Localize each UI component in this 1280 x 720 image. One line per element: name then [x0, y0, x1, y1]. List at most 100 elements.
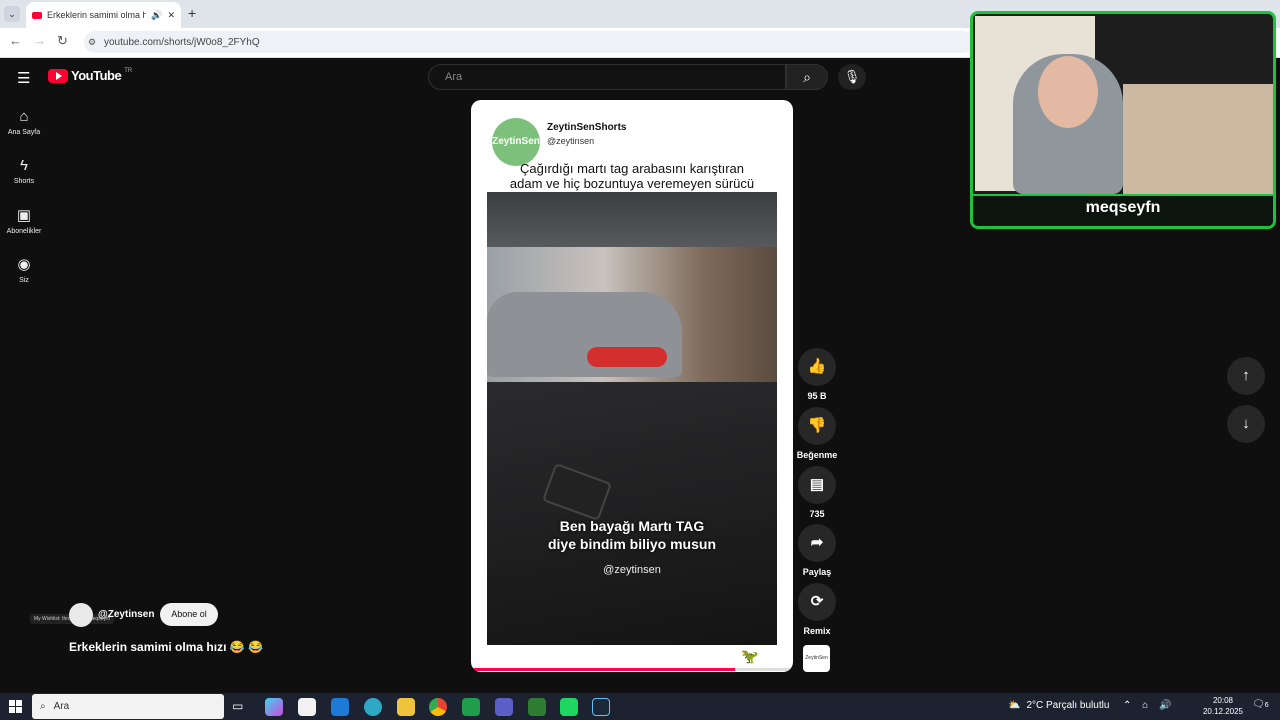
tray-icons[interactable]: ⌃ ⌂ 🔊: [1123, 700, 1175, 711]
arrow-up-icon: ↑: [1242, 367, 1250, 384]
subtitle-line-1: Ben bayağı Martı TAG: [559, 518, 705, 534]
speaker-icon[interactable]: 🔊: [151, 10, 162, 21]
search-button[interactable]: ⌕: [786, 64, 828, 90]
task-view-icon[interactable]: ▭: [232, 699, 243, 713]
like-button[interactable]: 👍 95 B: [796, 348, 838, 401]
taskbar-search[interactable]: ⌕ Ara: [32, 694, 224, 719]
caption-line-2: adam ve hiç bozuntuya veremeyen sürücü: [509, 176, 755, 191]
next-short-button[interactable]: ↓: [1227, 405, 1265, 443]
outlook-icon[interactable]: [331, 698, 349, 716]
channel-name: ZeytinSenShorts: [547, 122, 627, 133]
sidebar-item-you[interactable]: ◉ Siz: [0, 255, 48, 284]
sound-avatar[interactable]: ZeytinSen: [803, 645, 830, 672]
shorts-icon: ϟ: [20, 157, 28, 174]
chrome-icon[interactable]: [429, 698, 447, 716]
remix-button[interactable]: ⟳ Remix: [796, 583, 838, 636]
youtube-wordmark: YouTube: [71, 68, 122, 83]
sidebar-item-shorts[interactable]: ϟ Shorts: [0, 157, 48, 185]
search-input[interactable]: Ara: [428, 64, 786, 90]
short-video-player[interactable]: ZeytinSen ZeytinSenShorts @zeytinsen Çağ…: [471, 100, 793, 672]
edge-icon[interactable]: [364, 698, 382, 716]
thumbs-down-icon: 👎: [798, 407, 836, 445]
share-icon: ➦: [798, 524, 836, 562]
start-icon[interactable]: [9, 700, 22, 713]
menu-icon[interactable]: ☰: [17, 69, 30, 87]
door-panel-shape: [487, 382, 777, 645]
search-icon: ⌕: [803, 69, 811, 85]
comments-button[interactable]: ▤ 735: [796, 466, 838, 519]
share-button[interactable]: ➦ Paylaş: [796, 524, 838, 577]
url-field[interactable]: ⚙ youtube.com/shorts/jW0o8_2FYhQ: [84, 31, 974, 53]
streamer-name: meqseyfn: [1085, 199, 1161, 216]
like-count: 95 B: [807, 391, 827, 401]
voice-search-button[interactable]: 🎙: [838, 64, 866, 90]
spotify-icon[interactable]: [560, 698, 578, 716]
progress-fill: [471, 668, 736, 671]
youtube-logo[interactable]: YouTube TR: [48, 68, 132, 83]
bed-background: [1123, 84, 1273, 194]
new-tab-button[interactable]: +: [188, 5, 196, 21]
reload-icon[interactable]: ↻: [57, 33, 68, 49]
dislike-label: Beğenme: [796, 450, 838, 460]
caption-line-1: Çağırdığı martı tag arabasını karıştıran: [520, 161, 744, 176]
weather-icon: ⛅: [1008, 700, 1021, 711]
sidebar-item-label: Siz: [19, 277, 29, 284]
tail-light-shape: [587, 347, 667, 367]
arrow-down-icon: ↓: [1242, 415, 1250, 432]
video-watermark: @zeytinsen: [603, 564, 661, 576]
notification-icon[interactable]: 🗨6: [1252, 699, 1269, 710]
file-explorer-icon[interactable]: [397, 698, 415, 716]
channel-avatar-small[interactable]: [69, 603, 93, 627]
region-code: TR: [124, 67, 133, 74]
you-icon: ◉: [17, 256, 31, 273]
home-icon: ⌂: [19, 108, 29, 125]
sidebar-item-label: Shorts: [13, 178, 35, 185]
youtube-play-icon: [48, 68, 68, 83]
store-icon[interactable]: [298, 698, 316, 716]
dino-icon: 🦖: [741, 648, 759, 664]
clock-date[interactable]: 20.12.2025: [1198, 707, 1248, 716]
steam-icon[interactable]: [592, 698, 610, 716]
search-placeholder: Ara: [445, 71, 463, 83]
weather-widget[interactable]: ⛅ 2°C Parçalı bulutlu: [1008, 700, 1109, 711]
clock-time[interactable]: 20:08: [1203, 696, 1243, 705]
progress-track[interactable]: [471, 668, 793, 671]
microphone-icon: 🎙: [843, 69, 861, 84]
streamer-webcam: meqseyfn: [970, 11, 1276, 229]
browser-tab[interactable]: Erkeklerin samimi olma hızı 🔊 ✕: [26, 2, 181, 28]
sheets-icon[interactable]: [462, 698, 480, 716]
video-frame[interactable]: Ben bayağı Martı TAG diye bindim biliyo …: [487, 192, 777, 645]
channel-avatar[interactable]: ZeytinSen: [492, 118, 540, 166]
site-info-icon[interactable]: ⚙: [88, 37, 96, 48]
streamer-face: [1038, 56, 1098, 128]
app-icon[interactable]: [528, 698, 546, 716]
channel-handle: @zeytinsen: [547, 136, 595, 146]
comment-icon: ▤: [798, 466, 836, 504]
subscribe-button[interactable]: Abone ol: [160, 603, 218, 626]
search-icon: ⌕: [40, 701, 46, 712]
comment-count: 735: [809, 509, 825, 519]
sidebar-item-home[interactable]: ⌂ Ana Sayfa: [0, 108, 48, 136]
weather-text: 2°C Parçalı bulutlu: [1026, 700, 1110, 711]
youtube-favicon-icon: [32, 11, 42, 19]
tab-title: Erkeklerin samimi olma hızı: [47, 10, 147, 20]
close-tab-icon[interactable]: ✕: [167, 10, 175, 21]
back-icon[interactable]: ←: [9, 33, 22, 48]
remix-icon: ⟳: [798, 583, 836, 621]
notification-count: 6: [1264, 702, 1269, 709]
subscriptions-icon: ▣: [16, 207, 32, 224]
sidebar-item-subscriptions[interactable]: ▣ Abonelikler: [0, 206, 48, 235]
taskbar-search-label: Ara: [53, 701, 70, 712]
previous-short-button[interactable]: ↑: [1227, 357, 1265, 395]
tab-list-button[interactable]: ⌄: [4, 6, 20, 22]
teams-icon[interactable]: [495, 698, 513, 716]
dislike-button[interactable]: 👎 Beğenme: [796, 407, 838, 460]
channel-handle-small[interactable]: @Zeytinsen: [98, 609, 154, 620]
forward-icon[interactable]: →: [33, 33, 46, 48]
video-title: Erkeklerin samimi olma hızı 😂 😂: [69, 640, 263, 654]
remix-label: Remix: [803, 626, 831, 636]
sidebar-item-label: Abonelikler: [6, 228, 42, 235]
url-text: youtube.com/shorts/jW0o8_2FYhQ: [104, 36, 260, 48]
thumbs-up-icon: 👍: [798, 348, 836, 386]
copilot-icon[interactable]: [265, 698, 283, 716]
